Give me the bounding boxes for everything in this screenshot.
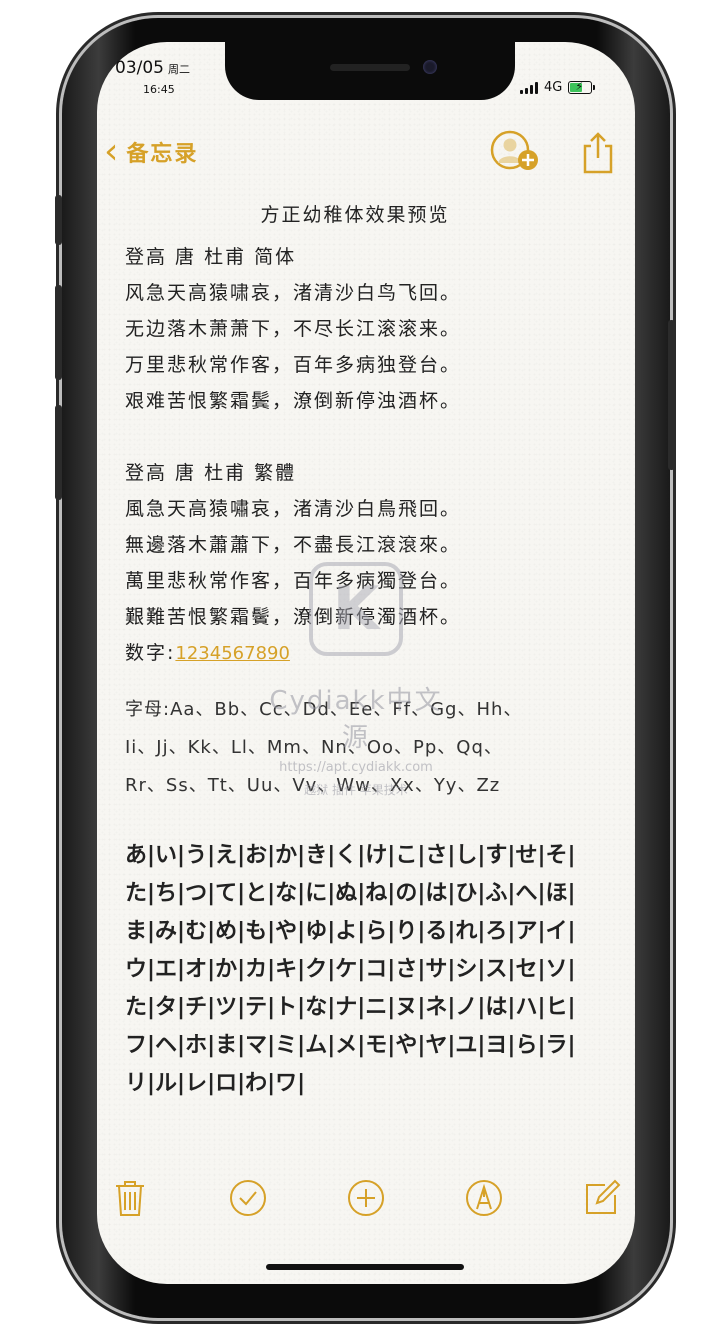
back-label: 备忘录 — [126, 142, 199, 167]
mute-switch — [55, 195, 62, 245]
kana-line: た|ち|つ|て|と|な|に|ぬ|ね|の|は|ひ|ふ|へ|ほ| — [125, 881, 576, 906]
alphabet-line: Rr、Ss、Tt、Uu、Vv、Ww、Xx、Yy、Zz — [125, 775, 501, 796]
kana-line: ウ|エ|オ|か|カ|キ|ク|ケ|コ|さ|サ|シ|ス|セ|ソ| — [125, 957, 576, 982]
bottom-toolbar — [110, 1178, 622, 1218]
back-button[interactable]: ‹ 备忘录 — [104, 131, 199, 172]
volume-down-button — [55, 405, 62, 500]
add-person-icon — [490, 130, 538, 170]
share-icon — [583, 132, 613, 174]
kana-line: ま|み|む|め|も|や|ゆ|よ|ら|り|る|れ|ろ|ア|イ| — [125, 919, 576, 944]
poem-line: 无边落木萧萧下，不尽长江滚滚来。 — [125, 318, 462, 340]
status-date: 03/05 周二 — [115, 58, 190, 78]
poem-line: 風急天高猿嘯哀，渚清沙白鳥飛回。 — [125, 498, 462, 520]
add-people-button[interactable] — [490, 130, 542, 178]
kana-line: フ|ヘ|ホ|ま|マ|ミ|ム|メ|モ|や|ヤ|ユ|ヨ|ら|ラ| — [125, 1033, 576, 1058]
kana-line: あ|い|う|え|お|か|き|く|け|こ|さ|し|す|せ|そ| — [125, 843, 576, 868]
status-date-value: 03/05 — [115, 58, 164, 78]
power-button — [668, 320, 675, 470]
alphabet-line: Ii、Jj、Kk、Ll、Mm、Nn、Oo、Pp、Qq、 — [125, 737, 503, 758]
poem-heading-traditional: 登高 唐 杜甫 繁體 — [125, 462, 297, 484]
cellular-signal-icon — [520, 81, 538, 94]
notch — [225, 42, 515, 100]
compose-icon — [586, 1179, 621, 1214]
numbers-label: 数字: — [125, 642, 176, 664]
poem-line: 無邊落木蕭蕭下，不盡長江滾滾來。 — [125, 534, 462, 556]
plus-circle-icon — [348, 1180, 384, 1216]
kana-line: た|タ|チ|ツ|テ|ト|な|ナ|ニ|ヌ|ネ|ノ|は|ハ|ヒ| — [125, 995, 576, 1020]
poem-line: 艰难苦恨繁霜鬓，潦倒新停浊酒杯。 — [125, 390, 462, 412]
trash-icon — [116, 1181, 144, 1216]
battery-icon: ⚡ — [568, 80, 596, 94]
delete-button[interactable] — [110, 1178, 150, 1218]
network-type: 4G — [544, 80, 563, 95]
pen-tip-circle-icon — [466, 1180, 502, 1216]
home-indicator[interactable] — [266, 1264, 464, 1270]
alphabet-line: 字母:Aa、Bb、Cc、Dd、Ee、Ff、Gg、Hh、 — [125, 699, 523, 720]
poem-heading-simplified: 登高 唐 杜甫 简体 — [125, 246, 297, 268]
volume-up-button — [55, 285, 62, 380]
checkmark-circle-icon — [230, 1180, 266, 1216]
numbers-link[interactable]: 1234567890 — [175, 643, 290, 664]
markup-button[interactable] — [464, 1178, 504, 1218]
kana-line: リ|ル|レ|ロ|わ|ワ| — [125, 1071, 306, 1096]
status-indicators: 4G ⚡ — [520, 80, 596, 95]
speaker — [330, 64, 410, 71]
status-weekday: 周二 — [168, 63, 190, 76]
poem-line: 萬里悲秋常作客，百年多病獨登台。 — [125, 570, 462, 592]
chevron-left-icon: ‹ — [104, 131, 121, 172]
poem-line: 风急天高猿啸哀，渚清沙白鸟飞回。 — [125, 282, 462, 304]
front-camera — [423, 60, 437, 74]
status-time: 16:45 — [143, 83, 175, 96]
add-button[interactable] — [346, 1178, 386, 1218]
note-body[interactable]: 方正幼稚体效果预览 登高 唐 杜甫 简体 风急天高猿啸哀，渚清沙白鸟飞回。 无边… — [125, 200, 585, 1103]
compose-button[interactable] — [582, 1178, 622, 1218]
note-title: 方正幼稚体效果预览 — [260, 204, 450, 226]
numbers-line: 数字:1234567890 — [125, 635, 585, 671]
checklist-button[interactable] — [228, 1178, 268, 1218]
poem-line: 万里悲秋常作客，百年多病独登台。 — [125, 354, 462, 376]
share-button[interactable] — [582, 130, 614, 178]
poem-line: 艱難苦恨繁霜鬢，潦倒新停濁酒杯。 — [125, 606, 462, 628]
